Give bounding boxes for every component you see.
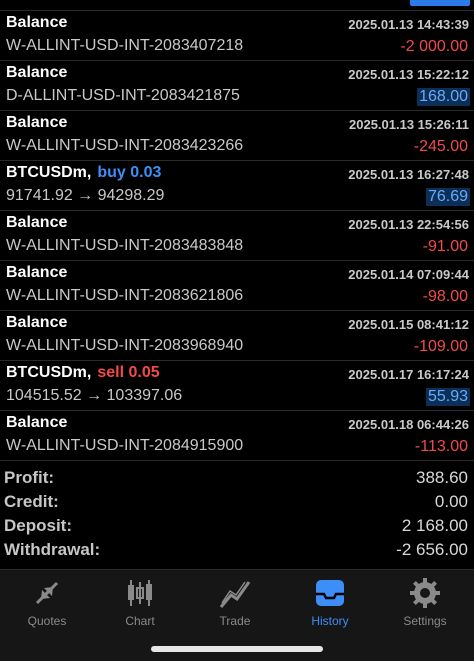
history-list: Balance 2025.01.13 14:43:39 W-ALLINT-USD… [0,0,474,461]
row-amount: -113.00 [414,438,468,455]
summary-profit: Profit: 388.60 [0,466,474,490]
history-row[interactable]: Balance 2025.01.13 15:26:11 W-ALLINT-USD… [0,111,474,161]
history-row[interactable]: Balance 2025.01.14 07:09:44 W-ALLINT-USD… [0,261,474,311]
inbox-tray-icon [316,580,344,606]
row-amount: -91.00 [422,238,468,255]
history-row[interactable]: Balance 2025.01.15 08:41:12 W-ALLINT-USD… [0,311,474,361]
row-title: Balance [6,414,68,431]
tab-quotes[interactable]: Quotes [0,576,94,632]
summary-credit: Credit: 0.00 [0,490,474,514]
tab-chart[interactable]: Chart [93,576,187,632]
tab-chart-label: Chart [125,614,155,628]
credit-label: Credit: [4,492,59,511]
partial-row-top [0,0,474,11]
row-amount: 76.69 [425,188,470,206]
row-time: 2025.01.13 14:43:39 [348,17,469,32]
row-symbol: BTCUSDm, [6,164,92,181]
trend-line-icon [219,581,251,608]
row-description: W-ALLINT-USD-INT-2083483848 [6,237,244,254]
history-row[interactable]: Balance 2025.01.18 06:44:26 W-ALLINT-USD… [0,411,474,461]
row-title: BTCUSDm, sell 0.05 [6,364,160,382]
summary-withdrawal: Withdrawal: -2 656.00 [0,538,474,562]
history-row[interactable]: Balance 2025.01.13 22:54:56 W-ALLINT-USD… [0,211,474,261]
row-time: 2025.01.13 22:54:56 [348,217,469,232]
row-description: W-ALLINT-USD-INT-2083407218 [6,37,244,54]
row-title: Balance [6,314,68,331]
row-title: Balance [6,114,68,131]
row-time: 2025.01.13 15:22:12 [348,67,469,82]
row-description: 104515.52 → 103397.06 [6,387,183,404]
account-summary: Profit: 388.60 Credit: 0.00 Deposit: 2 1… [0,466,474,562]
tab-quotes-label: Quotes [27,614,67,628]
tab-settings[interactable]: Settings [378,576,472,632]
row-amount: -2 000.00 [400,38,468,55]
row-title: Balance [6,264,68,281]
row-description: W-ALLINT-USD-INT-2084915900 [6,437,244,454]
row-time: 2025.01.15 08:41:12 [348,317,469,332]
row-description: W-ALLINT-USD-INT-2083968940 [6,337,244,354]
history-row[interactable]: BTCUSDm, buy 0.03 2025.01.13 16:27:48 917… [0,161,474,211]
row-time: 2025.01.17 16:17:24 [348,367,469,382]
row-title: Balance [6,214,68,231]
row-amount: 168.00 [417,88,470,106]
gear-icon [410,578,440,608]
tab-history-label: History [311,614,349,628]
withdrawal-value: -2 656.00 [396,540,468,559]
quotes-arrows-icon [35,581,59,605]
history-row[interactable]: BTCUSDm, sell 0.05 2025.01.17 16:17:24 10… [0,361,474,411]
credit-value: 0.00 [434,492,468,511]
partial-amount-badge [410,0,470,6]
row-time: 2025.01.13 16:27:48 [348,167,469,182]
deposit-value: 2 168.00 [401,516,468,535]
row-description: W-ALLINT-USD-INT-2083621806 [6,287,244,304]
tab-trade[interactable]: Trade [188,576,282,632]
history-row[interactable]: Balance 2025.01.13 14:43:39 W-ALLINT-USD… [0,11,474,61]
row-description: W-ALLINT-USD-INT-2083423266 [6,137,244,154]
row-description: D-ALLINT-USD-INT-2083421875 [6,87,240,104]
row-description: 91741.92 → 94298.29 [6,187,165,204]
candlestick-icon [128,580,152,606]
home-indicator [151,646,323,652]
tab-settings-label: Settings [403,614,447,628]
row-time: 2025.01.14 07:09:44 [348,267,469,282]
row-amount: 55.93 [425,388,470,406]
summary-deposit: Deposit: 2 168.00 [0,514,474,538]
withdrawal-label: Withdrawal: [4,540,101,559]
row-title: BTCUSDm, buy 0.03 [6,164,161,182]
row-title: Balance [6,64,68,81]
tab-trade-label: Trade [219,614,251,628]
row-time: 2025.01.18 06:44:26 [348,417,469,432]
tab-history[interactable]: History [283,576,377,632]
row-side: buy 0.03 [97,164,162,181]
deposit-label: Deposit: [4,516,72,535]
history-row[interactable]: Balance 2025.01.13 15:22:12 D-ALLINT-USD… [0,61,474,111]
profit-label: Profit: [4,468,55,487]
row-time: 2025.01.13 15:26:11 [349,117,469,132]
row-amount: -245.00 [413,138,468,155]
row-amount: -98.00 [422,288,468,305]
row-side: sell 0.05 [97,364,160,381]
row-amount: -109.00 [413,338,468,355]
row-symbol: BTCUSDm, [6,364,92,381]
profit-value: 388.60 [416,468,468,487]
row-title: Balance [6,14,68,31]
